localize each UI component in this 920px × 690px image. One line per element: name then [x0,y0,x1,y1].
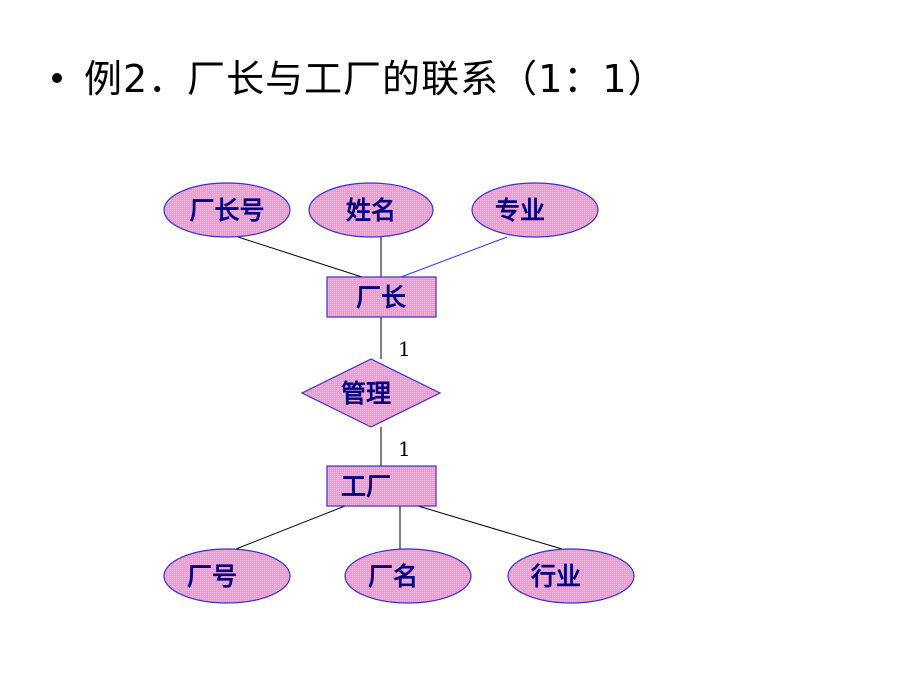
attribute-factory-name: 厂名 [344,548,472,604]
cardinality-factory: 1 [398,437,411,461]
entity-factory: 工厂 [326,465,437,507]
entity-label: 工厂 [341,472,391,501]
attribute-label: 厂长号 [189,196,264,225]
attribute-label: 厂名 [368,562,418,591]
er-diagram: 厂长号 姓名 专业 厂长 1 管理 1 工厂 厂号 厂名 行业 [163,182,635,604]
attribute-label: 厂号 [187,562,237,591]
cardinality-director: 1 [398,337,411,361]
attribute-label: 行业 [530,562,581,591]
relationship-label: 管理 [341,379,391,408]
connector-line-factory-id [235,505,346,550]
attribute-label: 专业 [495,196,545,225]
connector-line-director-major [400,236,508,278]
attribute-director-name: 姓名 [308,182,434,238]
connector-line-director-id [237,236,363,278]
relationship-manage: 管理 [300,358,442,428]
attribute-director-id: 厂长号 [163,182,291,238]
attribute-director-major: 专业 [471,182,599,238]
entity-director: 厂长 [326,276,437,318]
attribute-label: 姓名 [346,196,396,225]
attribute-factory-industry: 行业 [507,548,635,604]
entity-label: 厂长 [356,283,407,312]
attribute-factory-id: 厂号 [163,548,291,604]
connector-line-factory-industry [417,505,563,550]
